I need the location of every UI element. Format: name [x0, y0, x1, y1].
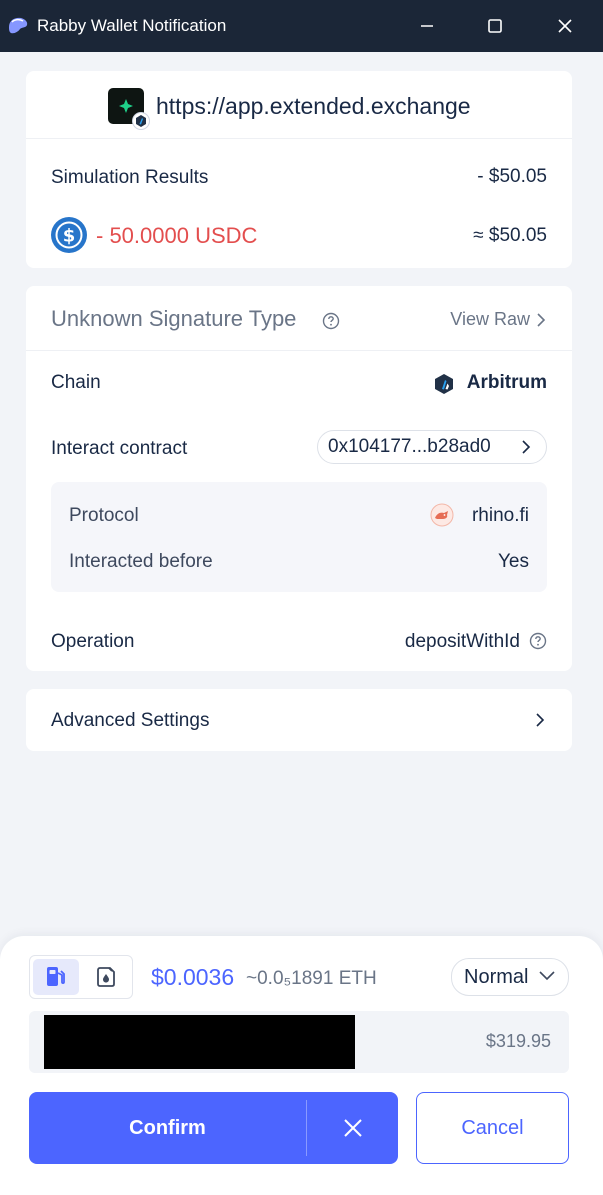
interacted-label: Interacted before	[69, 551, 213, 572]
window-title: Rabby Wallet Notification	[37, 16, 227, 35]
chevron-right-icon	[537, 313, 546, 327]
account-bar: $319.95	[29, 1011, 569, 1073]
gas-account-icon	[97, 967, 115, 987]
signature-header: Unknown Signature Type View Raw	[26, 286, 572, 351]
help-icon[interactable]	[322, 312, 340, 330]
advanced-settings-label: Advanced Settings	[51, 710, 210, 731]
view-raw-link[interactable]: View Raw	[450, 309, 530, 330]
chevron-right-icon	[536, 713, 545, 727]
minimize-button[interactable]	[392, 0, 462, 52]
advanced-settings-row[interactable]: Advanced Settings	[26, 689, 572, 751]
maximize-icon	[488, 19, 502, 33]
usdc-icon: $	[51, 217, 87, 253]
confirm-button[interactable]: Confirm	[29, 1092, 306, 1164]
simulation-total: - $50.05	[477, 166, 547, 187]
gas-account-option[interactable]	[83, 959, 129, 995]
chain-label: Chain	[51, 372, 101, 393]
close-icon	[344, 1119, 362, 1137]
help-icon[interactable]	[529, 632, 547, 650]
redacted-account	[44, 1015, 355, 1069]
token-change: - 50.0000 USDC	[96, 223, 258, 248]
site-header: https://app.extended.exchange	[26, 71, 572, 139]
gas-fee-eth: ~0.0₅1891 ETH	[246, 968, 377, 989]
rhino-fi-icon	[430, 503, 454, 527]
signature-card: Unknown Signature Type View Raw Chain Ar…	[26, 286, 572, 671]
minimize-icon	[421, 25, 433, 27]
operation-label: Operation	[51, 631, 135, 652]
signature-title: Unknown Signature Type	[51, 306, 297, 331]
account-balance: $319.95	[485, 1031, 551, 1051]
interacted-value: Yes	[498, 551, 529, 572]
rabby-icon	[9, 17, 28, 34]
maximize-button[interactable]	[460, 0, 530, 52]
quick-reject-button[interactable]	[307, 1092, 398, 1164]
chevron-right-icon	[522, 440, 531, 454]
contract-address-button[interactable]: 0x104177...b28ad0	[317, 430, 547, 464]
gas-native-option[interactable]	[33, 959, 79, 995]
confirm-button-group: Confirm	[29, 1092, 398, 1164]
simulation-card: https://app.extended.exchange Simulation…	[26, 71, 572, 268]
contract-label: Interact contract	[51, 438, 188, 459]
arbitrum-icon	[132, 112, 150, 130]
operation-value: depositWithId	[404, 631, 520, 652]
action-panel: $0.0036 ~0.0₅1891 ETH Normal $319.95 Con…	[0, 936, 603, 1195]
close-icon	[558, 19, 572, 33]
chevron-down-icon	[539, 971, 555, 981]
svg-text:$: $	[63, 226, 76, 247]
chain-value: Arbitrum	[466, 372, 547, 393]
simulation-label: Simulation Results	[51, 167, 209, 188]
arbitrum-icon	[435, 374, 453, 394]
protocol-details: Protocol rhino.fi Interacted before Yes	[51, 482, 547, 592]
cancel-button[interactable]: Cancel	[416, 1092, 569, 1164]
gas-pump-icon	[47, 967, 65, 986]
gas-speed-select[interactable]: Normal	[451, 958, 569, 996]
extended-exchange-logo	[108, 88, 150, 130]
protocol-label: Protocol	[69, 505, 139, 526]
contract-address: 0x104177...b28ad0	[328, 436, 491, 457]
token-value: ≈ $50.05	[473, 225, 547, 246]
gas-fee-usd: $0.0036	[151, 964, 235, 990]
protocol-value[interactable]: rhino.fi	[472, 505, 529, 527]
close-window-button[interactable]	[530, 0, 600, 52]
gas-speed-value: Normal	[464, 966, 529, 988]
gas-method-toggle	[29, 955, 133, 999]
title-bar: Rabby Wallet Notification	[0, 0, 603, 52]
site-url: https://app.extended.exchange	[156, 93, 471, 119]
